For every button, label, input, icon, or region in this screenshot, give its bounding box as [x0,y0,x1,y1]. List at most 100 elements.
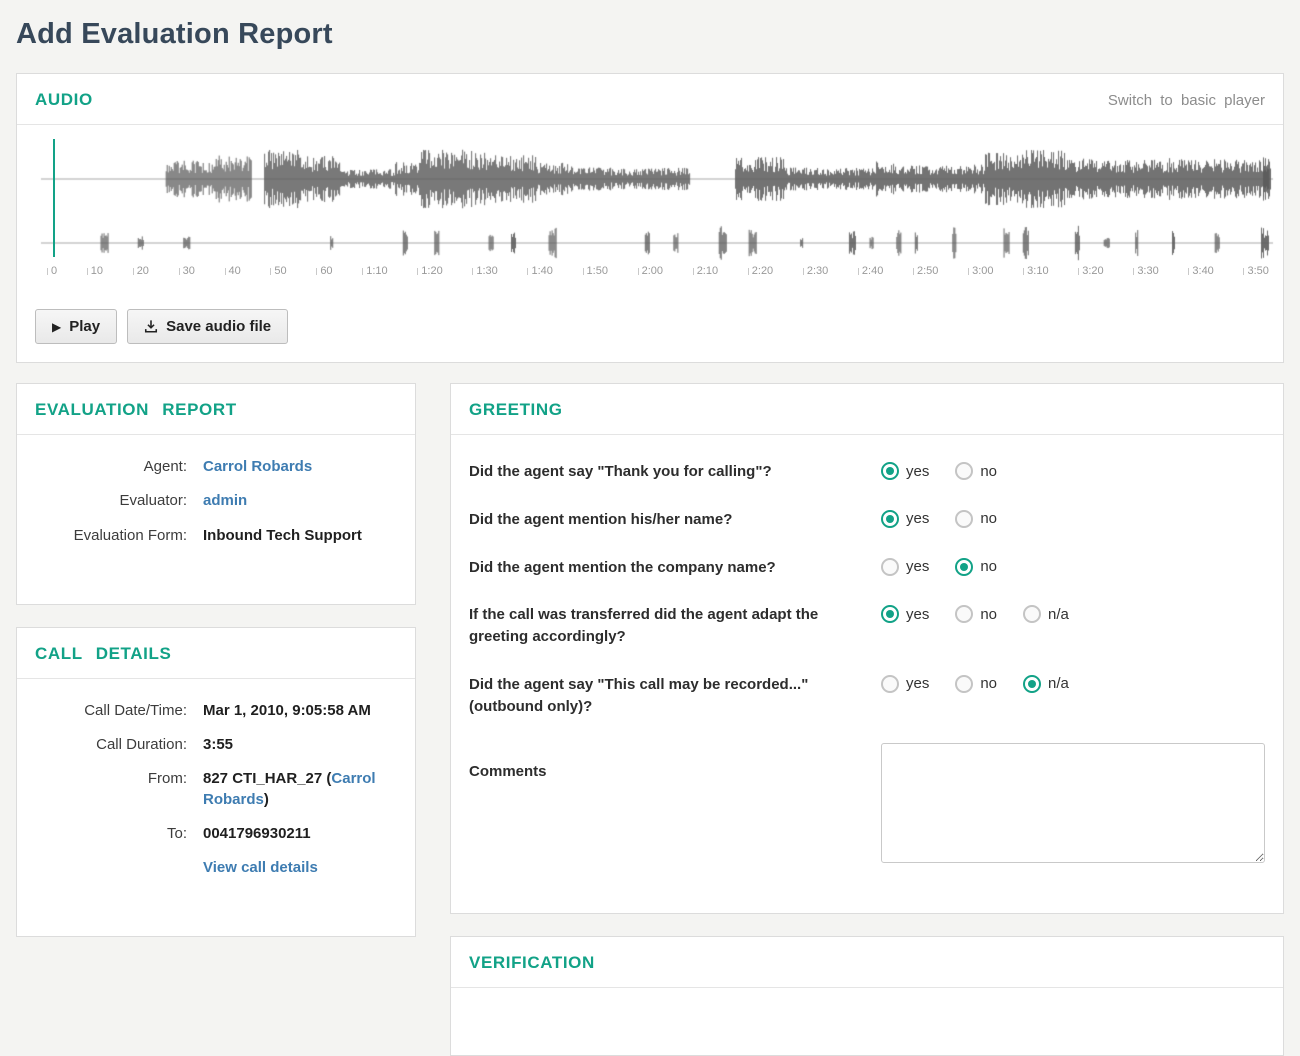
timeline-tick [270,267,272,275]
save-audio-button[interactable]: Save audio file [127,309,289,344]
view-call-details-link[interactable]: View call details [203,859,318,876]
timeline-label: 1:50 [582,265,608,277]
timeline-time-text: 3:20 [1082,265,1104,277]
timeline-label: 3:20 [1078,265,1104,277]
field-label: Evaluator: [119,492,187,510]
radio-option-yes[interactable]: yes [881,674,929,693]
radio-unselected-icon[interactable] [881,557,899,576]
audio-buttons: ▶ Play Save audio file [17,283,1283,362]
question-row: Did the agent say "Thank you for calling… [469,461,1265,483]
timeline-tick [1078,267,1080,275]
timeline-time-text: 10 [90,265,104,277]
radio-option-no[interactable]: no [955,509,997,528]
timeline-label: 1:40 [527,265,553,277]
play-button-label: Play [69,318,101,335]
timeline-tick [802,267,804,275]
radio-unselected-icon[interactable] [955,509,974,528]
radio-unselected-icon[interactable] [1023,605,1042,624]
question-text: Did the agent mention the company name? [469,558,776,576]
timeline-time-text: 0 [51,265,58,277]
field-value: admin [203,491,397,511]
timeline-label: 3:00 [968,265,994,277]
question-row: Did the agent mention the company name? y… [469,557,1265,579]
timeline-label: 3:10 [1023,265,1049,277]
timeline-time-text: 3:40 [1192,265,1214,277]
waveform-canvas[interactable] [17,131,1283,261]
field-label: Evaluation Form: [73,526,187,544]
timeline-label: 3:30 [1133,265,1159,277]
right-column: GREETING Did the agent say "Thank you fo… [450,383,1284,1056]
timeline-tick [637,267,639,275]
radio-unselected-icon[interactable] [881,674,899,693]
radio-option-no[interactable]: no [955,462,997,480]
timeline-tick [417,267,419,275]
timeline-label: 3:50 [1243,265,1269,277]
radio-option-yes[interactable]: yes [881,557,929,576]
question-row: Did the agent mention his/her name? yes no [469,509,1265,531]
field-label: Agent: [143,458,187,475]
field-value: 3:55 [203,736,234,753]
content-columns: EVALUATION REPORT Agent: Carrol Robards Ev… [16,383,1284,1056]
radio-option-na[interactable]: n/a [1023,605,1069,624]
timeline-tick [1188,267,1190,275]
timeline-label: 2:40 [857,265,883,277]
radio-group: yes no [881,557,997,579]
radio-unselected-icon[interactable] [955,674,974,693]
radio-option-yes[interactable]: yes [881,462,929,480]
timeline-tick [857,267,859,275]
timeline-label: 60 [316,265,333,277]
switch-to-basic-player-link[interactable]: Switch to basic player [1108,92,1265,109]
audio-panel: AUDIO Switch to basic player 0 10 20 30 40 50… [16,73,1284,363]
waveform[interactable]: 0 10 20 30 40 50 60 1:10 1:20 1:30 1:40 1:50 2:00 2:1… [17,125,1283,283]
comments-textarea[interactable] [881,743,1265,864]
timeline-tick [224,267,226,275]
play-button[interactable]: ▶ Play [35,309,118,344]
timeline-label: 2:30 [802,265,829,277]
timeline-label: 3:40 [1188,265,1214,277]
timeline-time-text: 1:50 [586,265,608,277]
field-value: 0041796930211 [203,824,311,842]
radio-option-no[interactable]: no [955,674,997,693]
field-label: Call Duration: [96,736,187,753]
timeline-time-text: 1:20 [421,265,443,277]
field-value: Mar 1, 2010, 9:05:58 AM [203,701,371,719]
value-link[interactable]: Carrol Robards [203,458,312,475]
radio-selected-icon[interactable] [881,462,899,480]
radio-option-yes[interactable]: yes [881,509,929,528]
timeline-time-text: 60 [320,265,333,277]
field-row: Call Date/Time: Mar 1, 2010, 9:05:58 AM [35,701,397,721]
field-row: From: 827 CTI_HAR_27 (Carrol Robards) [35,769,397,810]
timeline-time-text: 3:30 [1137,265,1159,277]
radio-selected-icon[interactable] [881,605,899,624]
timeline-label: 1:20 [417,265,443,277]
radio-selected-icon[interactable] [881,509,899,528]
radio-option-no[interactable]: no [955,605,997,624]
question-text: Did the agent say "Thank you for calling… [469,463,772,480]
call-details-panel: CALL DETAILS Call Date/Time: Mar 1, 2010,… [16,626,416,938]
timeline-label: 2:00 [637,265,663,277]
timeline-time-text: 2:50 [917,265,939,277]
radio-selected-icon[interactable] [1023,674,1042,693]
playhead-cursor[interactable] [53,139,55,257]
call-details-header: CALL DETAILS [17,628,415,679]
evaluation-report-panel: EVALUATION REPORT Agent: Carrol Robards Ev… [16,383,416,605]
field-label [35,858,187,878]
timeline-label: 20 [132,265,149,277]
radio-option-yes[interactable]: yes [881,605,929,624]
timeline-tick [178,267,180,275]
timeline-time-text: 2:30 [806,265,829,277]
timeline-tick [747,267,749,275]
radio-selected-icon[interactable] [955,557,974,576]
evaluation-report-fields: Agent: Carrol Robards Evaluator: admin Evalu… [17,435,415,604]
radio-unselected-icon[interactable] [955,462,974,480]
value-link[interactable]: admin [203,492,247,509]
radio-option-na[interactable]: n/a [1023,674,1069,693]
timeline-tick [316,267,318,275]
timeline-time-text: 50 [274,265,287,277]
radio-option-no[interactable]: no [955,557,997,576]
evaluation-report-title: EVALUATION REPORT [35,400,237,419]
greeting-title: GREETING [469,400,563,419]
radio-unselected-icon[interactable] [955,605,974,624]
radio-option-label: n/a [1048,675,1069,693]
timeline-label: 1:30 [472,265,498,277]
